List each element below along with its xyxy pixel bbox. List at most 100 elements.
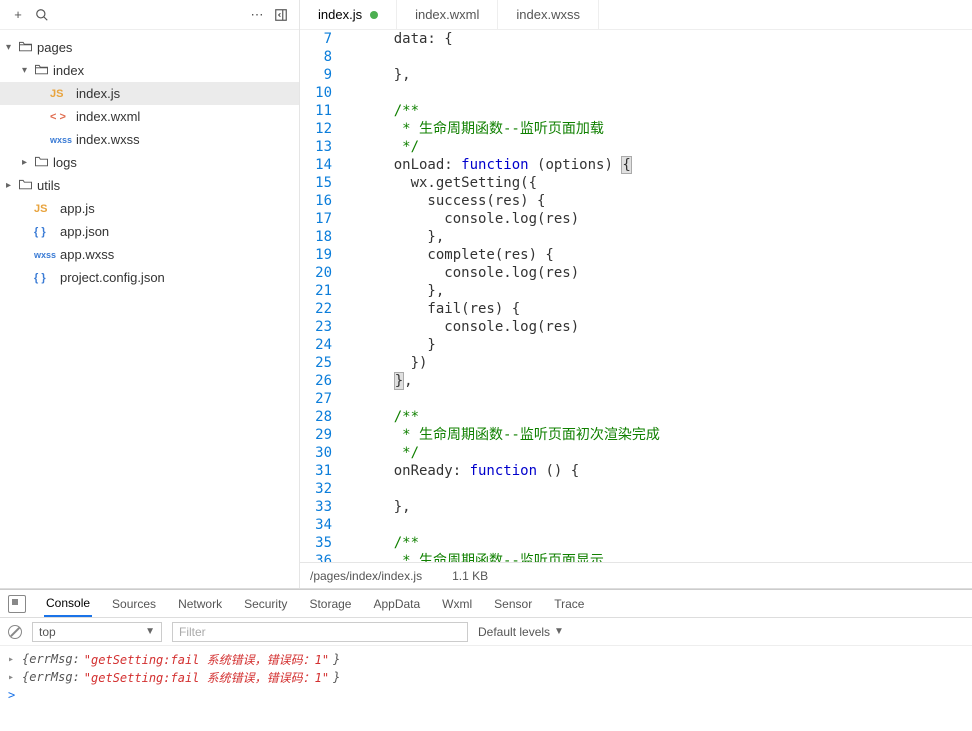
folder-icon [34, 155, 49, 170]
tree-label: app.wxss [60, 247, 114, 262]
tree-folder[interactable]: ▸utils [0, 174, 299, 197]
tree-file[interactable]: JS app.js [0, 197, 299, 220]
tree-file[interactable]: wxssapp.wxss [0, 243, 299, 266]
tree-file[interactable]: wxssindex.wxss [0, 128, 299, 151]
editor-statusbar: /pages/index/index.js 1.1 KB [300, 562, 972, 588]
console-message-prefix: {errMsg: [22, 670, 80, 684]
devtools-tab-security[interactable]: Security [242, 590, 289, 617]
code-line[interactable]: /** [360, 102, 972, 120]
file-path: /pages/index/index.js [310, 569, 422, 583]
js-file-icon: JS [34, 203, 56, 215]
devtools-tab-wxml[interactable]: Wxml [440, 590, 474, 617]
code-line[interactable]: success(res) { [360, 192, 972, 210]
devtools-tab-storage[interactable]: Storage [307, 590, 353, 617]
tree-folder[interactable]: ▸ logs [0, 151, 299, 174]
code-line[interactable]: */ [360, 138, 972, 156]
code-line[interactable] [360, 84, 972, 102]
element-inspector-toggle[interactable] [8, 595, 26, 613]
devtools-tab-sensor[interactable]: Sensor [492, 590, 534, 617]
unsaved-dot-icon [370, 11, 378, 19]
line-gutter: 7891011121314151617181920212223242526272… [300, 30, 350, 562]
code-line[interactable]: data: { [360, 30, 972, 48]
console-message-prefix: {errMsg: [22, 652, 80, 666]
tree-file[interactable]: { }project.config.json [0, 266, 299, 289]
caret-icon: ▸ [22, 157, 34, 168]
code-line[interactable]: onReady: function () { [360, 462, 972, 480]
editor-tab[interactable]: index.wxss [498, 0, 599, 29]
devtools-tab-network[interactable]: Network [176, 590, 224, 617]
code-line[interactable] [360, 48, 972, 66]
tree-folder[interactable]: ▾index [0, 59, 299, 82]
code-line[interactable]: * 生命周期函数--监听页面初次渲染完成 [360, 426, 972, 444]
console-output[interactable]: ▸{errMsg: "getSetting:fail 系统错误，错误码：1"}▸… [0, 646, 972, 731]
code-line[interactable]: complete(res) { [360, 246, 972, 264]
console-message-suffix: } [333, 652, 340, 666]
editor-area: index.jsindex.wxmlindex.wxss 78910111213… [300, 0, 972, 588]
expand-caret-icon: ▸ [8, 654, 18, 665]
code-line[interactable]: }, [360, 282, 972, 300]
code-line[interactable] [360, 480, 972, 498]
clear-console-button[interactable] [8, 625, 22, 639]
code-line[interactable]: console.log(res) [360, 318, 972, 336]
code-content[interactable]: data: { }, /** * 生命周期函数--监听页面加载 */ onLoa… [350, 30, 972, 562]
console-message-text: "getSetting:fail 系统错误，错误码：1" [84, 651, 329, 668]
folder-icon [18, 178, 33, 193]
code-line[interactable] [360, 390, 972, 408]
code-line[interactable]: wx.getSetting({ [360, 174, 972, 192]
wxml-file-icon: < > [50, 111, 72, 123]
code-line[interactable]: console.log(res) [360, 264, 972, 282]
tree-label: index.wxml [76, 109, 140, 124]
tree-label: logs [53, 155, 77, 170]
new-file-button[interactable]: + [6, 3, 30, 27]
code-line[interactable]: * 生命周期函数--监听页面加载 [360, 120, 972, 138]
devtools-tab-console[interactable]: Console [44, 590, 92, 617]
devtools-tab-sources[interactable]: Sources [110, 590, 158, 617]
code-line[interactable]: }, [360, 228, 972, 246]
code-line[interactable]: }) [360, 354, 972, 372]
folder-icon [34, 63, 49, 78]
code-line[interactable]: }, [360, 498, 972, 516]
devtools-panel: Console Sources Network Security Storage AppD… [0, 589, 972, 731]
context-selector[interactable]: top ▼ [32, 622, 162, 642]
console-message[interactable]: ▸ {errMsg: "getSetting:fail 系统错误，错误码：1"} [8, 650, 964, 668]
log-levels-label: Default levels [478, 625, 550, 639]
code-line[interactable]: */ [360, 444, 972, 462]
devtools-tab-appdata[interactable]: AppData [371, 590, 422, 617]
code-line[interactable]: /** [360, 408, 972, 426]
code-line[interactable]: }, [360, 372, 972, 390]
tree-label: app.js [60, 201, 95, 216]
editor-tabs: index.jsindex.wxmlindex.wxss [300, 0, 972, 30]
code-editor[interactable]: 7891011121314151617181920212223242526272… [300, 30, 972, 562]
code-line[interactable]: }, [360, 66, 972, 84]
console-prompt[interactable]: > [8, 686, 964, 704]
tree-file[interactable]: JSindex.js [0, 82, 299, 105]
console-filter-input[interactable]: Filter [172, 622, 468, 642]
code-line[interactable] [360, 516, 972, 534]
search-button[interactable] [30, 3, 54, 27]
code-line[interactable]: onLoad: function (options) { [360, 156, 972, 174]
caret-icon: ▾ [6, 42, 18, 53]
tree-file[interactable]: { }app.json [0, 220, 299, 243]
console-message[interactable]: ▸{errMsg: "getSetting:fail 系统错误，错误码：1"} [8, 668, 964, 686]
code-line[interactable]: fail(res) { [360, 300, 972, 318]
chevron-down-icon: ▼ [145, 626, 155, 637]
editor-tab[interactable]: index.js [300, 0, 397, 29]
console-message-suffix: } [333, 670, 340, 684]
tree-label: project.config.json [60, 270, 165, 285]
devtools-tab-trace[interactable]: Trace [552, 590, 586, 617]
code-line[interactable]: } [360, 336, 972, 354]
code-line[interactable]: * 生命周期函数--监听页面显示 [360, 552, 972, 562]
code-line[interactable]: /** [360, 534, 972, 552]
tree-folder[interactable]: ▾pages [0, 36, 299, 59]
tree-label: app.json [60, 224, 109, 239]
more-button[interactable]: ⋯ [245, 3, 269, 27]
devtools-tabs: Console Sources Network Security Storage AppD… [0, 590, 972, 618]
wxss-file-icon: wxss [50, 135, 72, 145]
tree-label: index.js [76, 86, 120, 101]
collapse-panel-button[interactable] [269, 3, 293, 27]
tree-file[interactable]: < > index.wxml [0, 105, 299, 128]
log-levels-selector[interactable]: Default levels ▼ [478, 625, 564, 639]
code-line[interactable]: console.log(res) [360, 210, 972, 228]
editor-tab[interactable]: index.wxml [397, 0, 498, 29]
file-explorer-sidebar: + ⋯ ▾pages▾indexJSindex.js< >index.wxmlw… [0, 0, 300, 588]
